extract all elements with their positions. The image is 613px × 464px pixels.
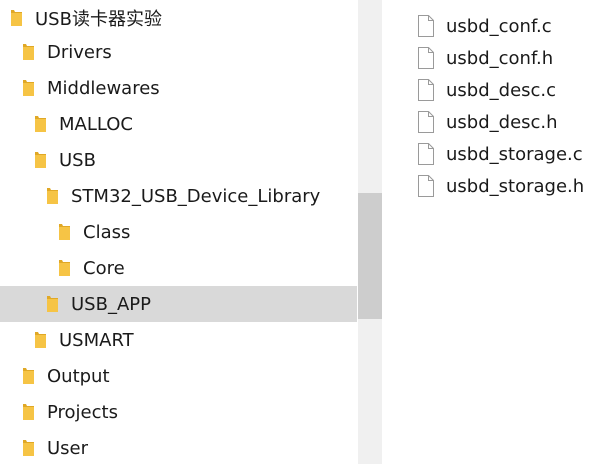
file-item-usbd-desc-h[interactable]: usbd_desc.h — [418, 106, 558, 138]
folder-icon — [22, 439, 35, 457]
tree-item-label: USMART — [59, 329, 134, 351]
tree-item-malloc[interactable]: MALLOC — [0, 106, 357, 142]
folder-icon — [22, 79, 35, 97]
tree-item-label: MALLOC — [59, 113, 133, 135]
tree-item-stm32-usb-device-library[interactable]: STM32_USB_Device_Library — [0, 178, 357, 214]
tree-item-usmart[interactable]: USMART — [0, 322, 357, 358]
folder-icon — [46, 187, 59, 205]
tree-item-usb-card-reader[interactable]: USB读卡器实验 — [0, 0, 357, 36]
tree-item-label: STM32_USB_Device_Library — [71, 185, 321, 207]
tree-scrollbar[interactable] — [358, 0, 382, 464]
folder-icon — [10, 9, 23, 27]
file-icon — [418, 111, 434, 133]
file-item-usbd-conf-c[interactable]: usbd_conf.c — [418, 10, 552, 42]
folder-icon — [34, 151, 47, 169]
folder-icon — [22, 367, 35, 385]
tree-item-drivers[interactable]: Drivers — [0, 34, 357, 70]
folder-icon — [34, 115, 47, 133]
tree-item-class[interactable]: Class — [0, 214, 357, 250]
folder-icon — [46, 295, 59, 313]
tree-item-projects[interactable]: Projects — [0, 394, 357, 430]
file-label: usbd_conf.c — [446, 15, 552, 37]
tree-item-usb[interactable]: USB — [0, 142, 357, 178]
file-label: usbd_desc.c — [446, 79, 557, 101]
folder-icon — [34, 331, 47, 349]
folder-icon — [22, 43, 35, 61]
tree-item-label: Projects — [47, 401, 118, 423]
tree-item-label: User — [47, 437, 89, 459]
tree-item-label: Output — [47, 365, 110, 387]
file-label: usbd_desc.h — [446, 111, 558, 133]
file-list: usbd_conf.c usbd_conf.h usbd_desc.c usbd… — [382, 0, 613, 464]
tree-item-label: Middlewares — [47, 77, 160, 99]
folder-icon — [58, 223, 71, 241]
tree-item-label: USB_APP — [71, 293, 151, 315]
file-icon — [418, 143, 434, 165]
tree-item-core[interactable]: Core — [0, 250, 357, 286]
tree-item-label: USB读卡器实验 — [35, 9, 162, 30]
scroll-thumb[interactable] — [358, 193, 382, 319]
file-icon — [418, 15, 434, 37]
file-label: usbd_storage.c — [446, 143, 583, 165]
tree-item-output[interactable]: Output — [0, 358, 357, 394]
file-label: usbd_storage.h — [446, 175, 585, 197]
file-item-usbd-conf-h[interactable]: usbd_conf.h — [418, 42, 553, 74]
tree-item-usb-app[interactable]: USB_APP — [0, 286, 357, 322]
file-icon — [418, 79, 434, 101]
tree-item-label: USB — [59, 149, 96, 171]
tree-item-label: Drivers — [47, 41, 112, 63]
tree-item-label: Class — [83, 221, 131, 243]
folder-icon — [22, 403, 35, 421]
file-icon — [418, 175, 434, 197]
file-item-usbd-storage-h[interactable]: usbd_storage.h — [418, 170, 584, 202]
tree-item-middlewares[interactable]: Middlewares — [0, 70, 357, 106]
tree-item-user[interactable]: User — [0, 430, 357, 464]
file-icon — [418, 47, 434, 69]
folder-icon — [58, 259, 71, 277]
folder-tree: USB读卡器实验 Drivers Middlewares MALLOC USB … — [0, 0, 358, 464]
tree-item-label: Core — [83, 257, 125, 279]
file-item-usbd-storage-c[interactable]: usbd_storage.c — [418, 138, 583, 170]
file-item-usbd-desc-c[interactable]: usbd_desc.c — [418, 74, 556, 106]
file-label: usbd_conf.h — [446, 47, 554, 69]
